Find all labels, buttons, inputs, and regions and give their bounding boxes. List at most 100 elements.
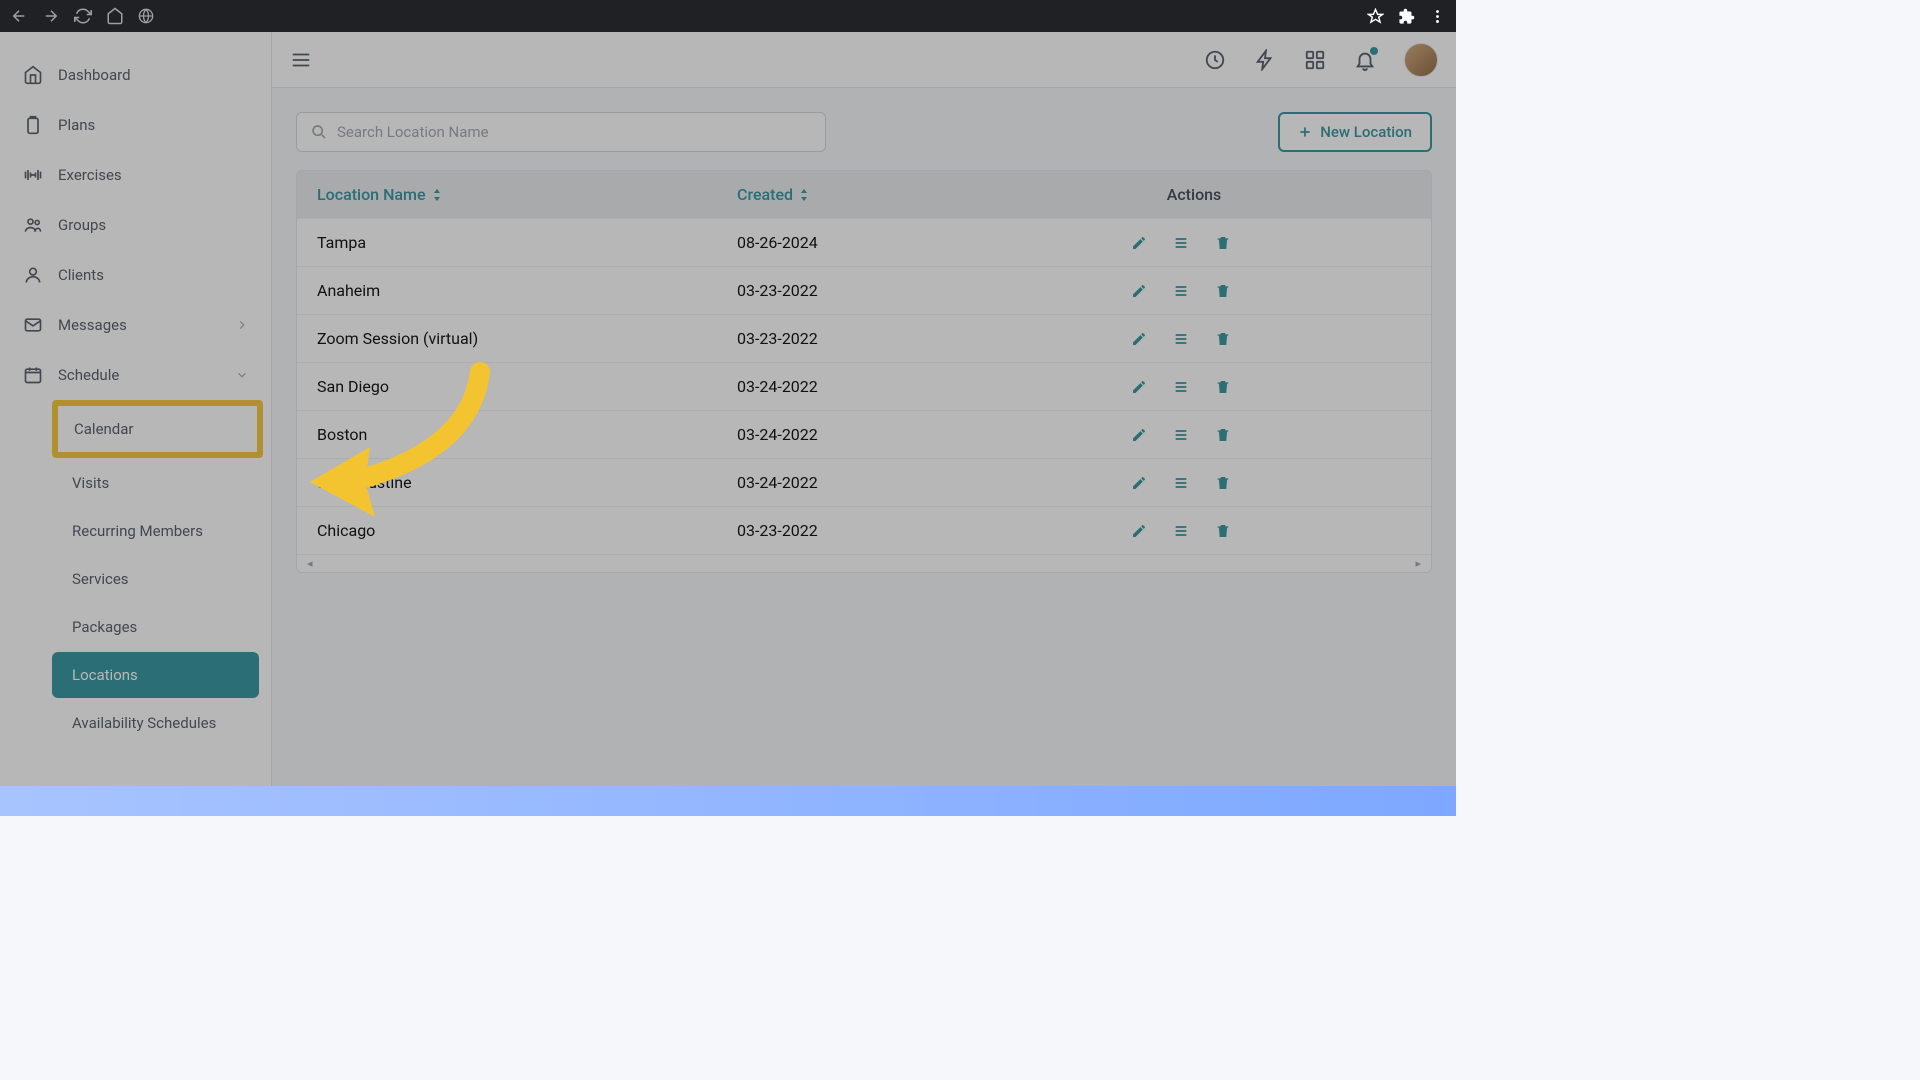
sidebar-sub-packages[interactable]: Packages: [52, 604, 259, 650]
hamburger-icon[interactable]: [290, 49, 312, 71]
list-icon[interactable]: [1173, 283, 1189, 299]
highlight-calendar: Calendar: [52, 400, 263, 458]
sidebar-item-schedule[interactable]: Schedule: [0, 350, 271, 400]
sidebar-sub-locations[interactable]: Locations: [52, 652, 259, 698]
browser-home-icon[interactable]: [106, 7, 124, 25]
bottom-bar: [0, 786, 1456, 816]
sidebar-item-label: Groups: [58, 216, 106, 234]
sidebar-item-exercises[interactable]: Exercises: [0, 150, 271, 200]
cell-name: Anaheim: [317, 281, 737, 300]
sidebar-sub-label: Availability Schedules: [72, 714, 216, 732]
mail-icon: [22, 314, 44, 336]
sidebar-item-groups[interactable]: Groups: [0, 200, 271, 250]
table-row: Anaheim03-23-2022: [297, 267, 1431, 315]
search-box[interactable]: [296, 112, 826, 152]
table-row: Tampa08-26-2024: [297, 219, 1431, 267]
sidebar-sub-visits[interactable]: Visits: [52, 460, 259, 506]
edit-icon[interactable]: [1131, 427, 1147, 443]
browser-back-icon[interactable]: [10, 7, 28, 25]
cell-created: 03-23-2022: [737, 281, 977, 300]
list-icon[interactable]: [1173, 331, 1189, 347]
clock-icon[interactable]: [1204, 49, 1226, 71]
edit-icon[interactable]: [1131, 283, 1147, 299]
list-icon[interactable]: [1173, 475, 1189, 491]
sidebar-item-label: Schedule: [58, 366, 119, 384]
clipboard-icon: [22, 114, 44, 136]
sort-icon: [432, 189, 442, 201]
edit-icon[interactable]: [1131, 523, 1147, 539]
scroll-left-icon[interactable]: ◂: [307, 557, 313, 570]
bell-icon[interactable]: [1354, 49, 1376, 71]
header-name[interactable]: Location Name: [317, 185, 737, 204]
sidebar-item-messages[interactable]: Messages: [0, 300, 271, 350]
cell-name: Zoom Session (virtual): [317, 329, 737, 348]
header-created[interactable]: Created: [737, 185, 977, 204]
cell-name: San Diego: [317, 377, 737, 396]
header-actions: Actions: [977, 185, 1411, 204]
sidebar-sub-availability[interactable]: Availability Schedules: [52, 700, 259, 746]
sidebar-sub-label: Recurring Members: [72, 522, 203, 540]
chevron-down-icon: [235, 368, 249, 382]
cell-created: 03-23-2022: [737, 329, 977, 348]
bolt-icon[interactable]: [1254, 49, 1276, 71]
cell-name: Chicago: [317, 521, 737, 540]
table-row: Zoom Session (virtual)03-23-2022: [297, 315, 1431, 363]
notification-dot: [1370, 47, 1378, 55]
trash-icon[interactable]: [1215, 235, 1231, 251]
table-row: Boston03-24-2022: [297, 411, 1431, 459]
cell-created: 03-24-2022: [737, 473, 977, 492]
dumbbell-icon: [22, 164, 44, 186]
list-icon[interactable]: [1173, 523, 1189, 539]
cell-created: 03-23-2022: [737, 521, 977, 540]
sidebar-item-dashboard[interactable]: Dashboard: [0, 50, 271, 100]
table-row: St. Augustine03-24-2022: [297, 459, 1431, 507]
edit-icon[interactable]: [1131, 379, 1147, 395]
list-icon[interactable]: [1173, 427, 1189, 443]
new-location-button[interactable]: New Location: [1278, 112, 1432, 152]
search-icon: [311, 124, 327, 140]
trash-icon[interactable]: [1215, 379, 1231, 395]
search-input[interactable]: [337, 123, 811, 141]
menu-dots-icon[interactable]: [1429, 8, 1446, 25]
content-header: New Location: [296, 112, 1432, 152]
cell-name: Boston: [317, 425, 737, 444]
new-location-label: New Location: [1320, 123, 1412, 141]
sidebar-item-plans[interactable]: Plans: [0, 100, 271, 150]
trash-icon[interactable]: [1215, 427, 1231, 443]
browser-toolbar: [0, 0, 1456, 32]
trash-icon[interactable]: [1215, 523, 1231, 539]
avatar[interactable]: [1404, 43, 1438, 77]
list-icon[interactable]: [1173, 379, 1189, 395]
edit-icon[interactable]: [1131, 475, 1147, 491]
sidebar-item-label: Messages: [58, 316, 127, 334]
trash-icon[interactable]: [1215, 475, 1231, 491]
list-icon[interactable]: [1173, 235, 1189, 251]
trash-icon[interactable]: [1215, 283, 1231, 299]
sidebar-sub-services[interactable]: Services: [52, 556, 259, 602]
edit-icon[interactable]: [1131, 331, 1147, 347]
star-icon[interactable]: [1367, 8, 1384, 25]
sidebar: Dashboard Plans Exercises Groups Clients…: [0, 32, 272, 786]
browser-reload-icon[interactable]: [74, 7, 92, 25]
sidebar-item-clients[interactable]: Clients: [0, 250, 271, 300]
edit-icon[interactable]: [1131, 235, 1147, 251]
extensions-icon[interactable]: [1398, 8, 1415, 25]
app-container: Dashboard Plans Exercises Groups Clients…: [0, 32, 1456, 786]
cell-name: Tampa: [317, 233, 737, 252]
cell-created: 03-24-2022: [737, 377, 977, 396]
sidebar-sub-label: Calendar: [74, 420, 134, 438]
browser-forward-icon[interactable]: [42, 7, 60, 25]
sidebar-sub-calendar[interactable]: Calendar: [58, 406, 257, 452]
calendar-icon: [22, 364, 44, 386]
sidebar-sub-label: Packages: [72, 618, 137, 636]
sidebar-sub-label: Visits: [72, 474, 109, 492]
table-row: Chicago03-23-2022: [297, 507, 1431, 555]
scroll-right-icon[interactable]: ▸: [1415, 557, 1421, 570]
topbar: [272, 32, 1456, 88]
sidebar-sub-recurring[interactable]: Recurring Members: [52, 508, 259, 554]
sidebar-item-label: Exercises: [58, 166, 122, 184]
apps-icon[interactable]: [1304, 49, 1326, 71]
trash-icon[interactable]: [1215, 331, 1231, 347]
table-row: San Diego03-24-2022: [297, 363, 1431, 411]
user-icon: [22, 264, 44, 286]
